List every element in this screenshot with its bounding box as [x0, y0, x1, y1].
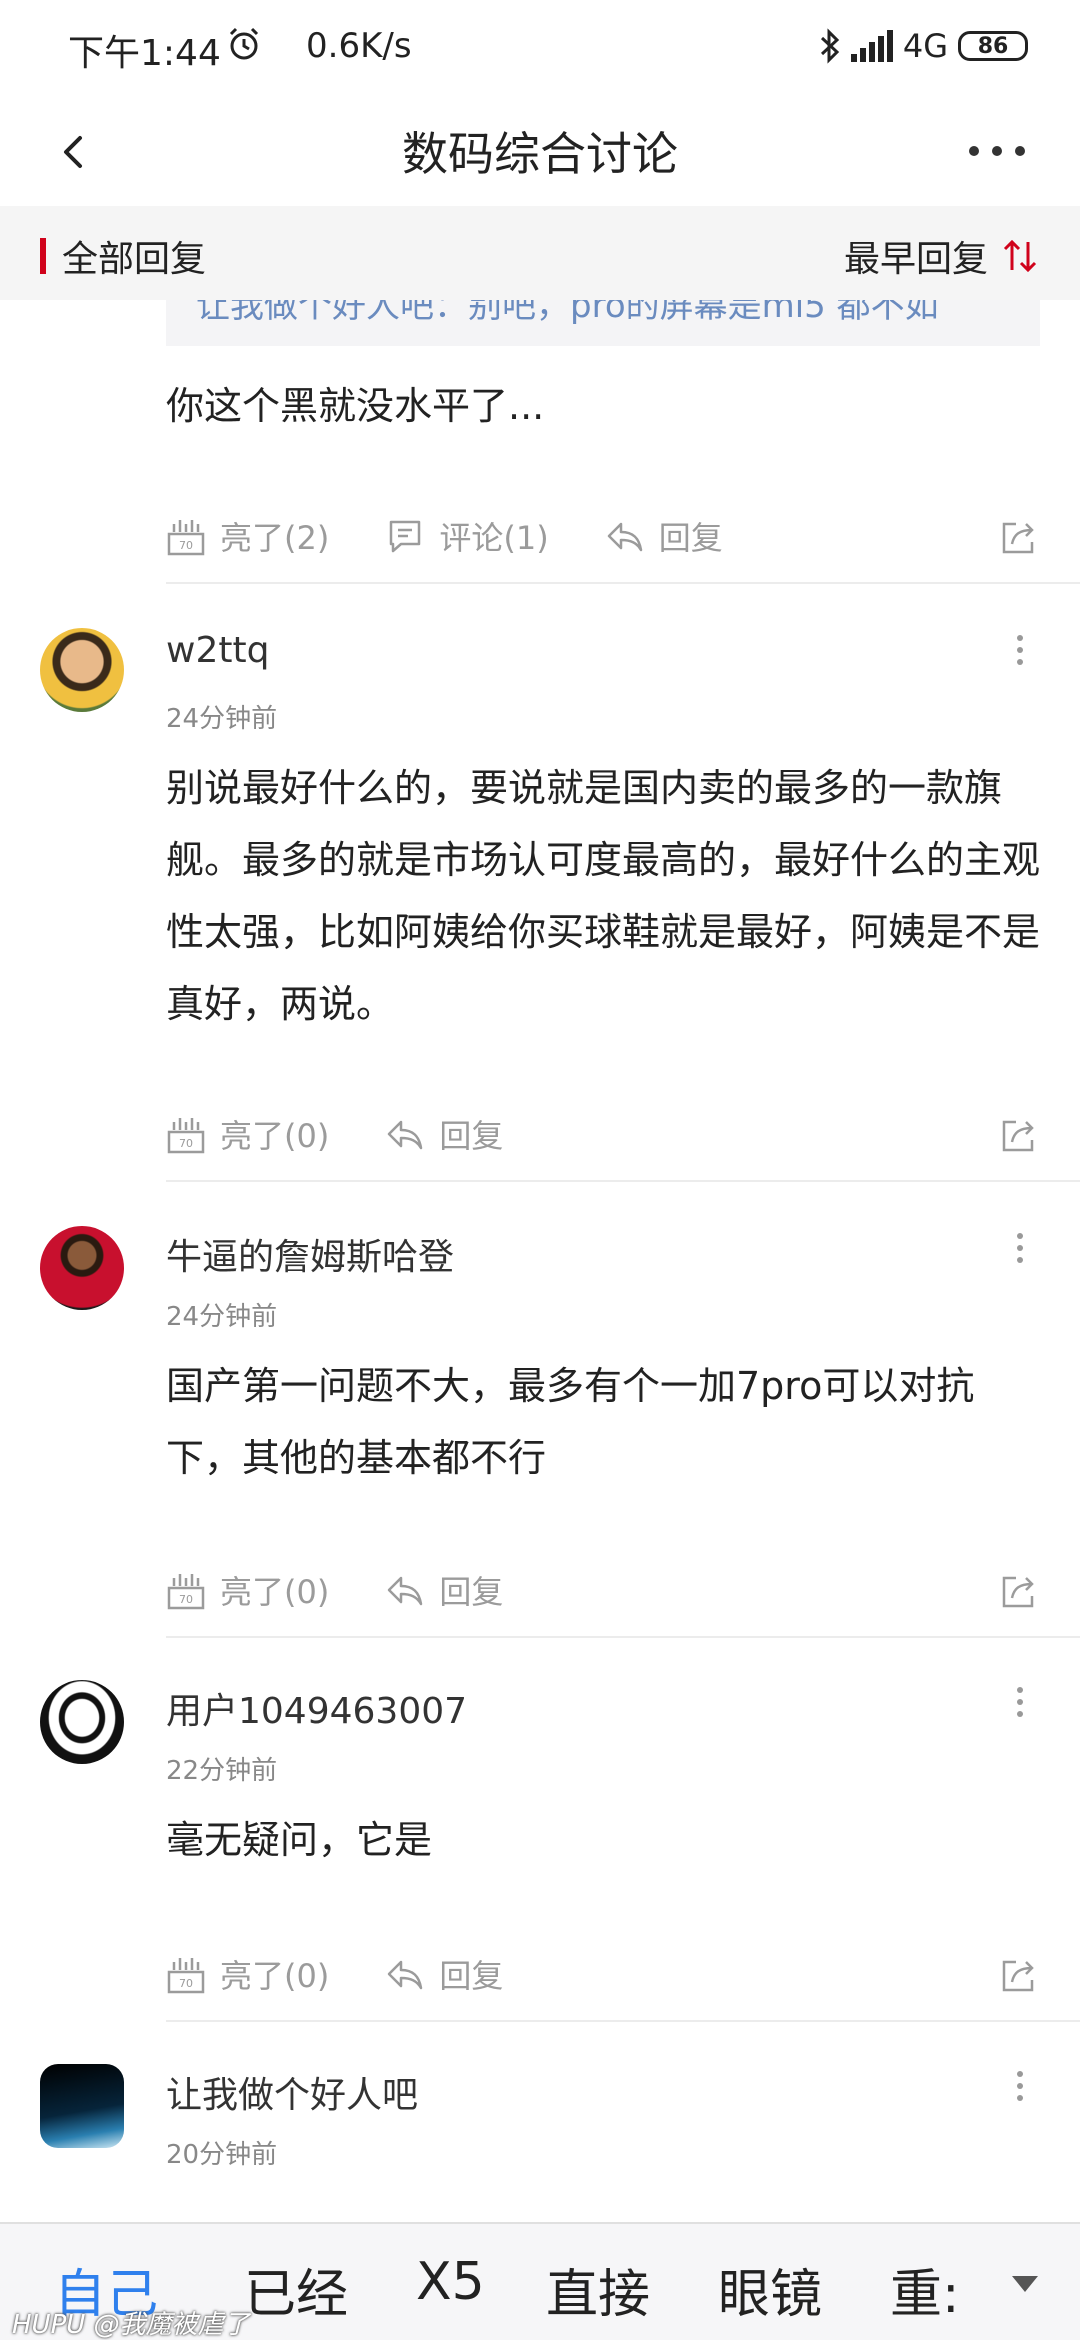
kebab-menu-icon[interactable]	[1010, 1682, 1030, 1722]
suggestion-item[interactable]: 直接	[546, 2252, 650, 2327]
like-count: 亮了(0)	[220, 1117, 330, 1155]
reply-arrow-icon	[607, 522, 642, 552]
reply-button[interactable]: 回复	[385, 1567, 503, 1613]
reply-arrow-icon	[388, 1576, 423, 1606]
reply-label: 回复	[439, 1117, 504, 1155]
comment-body: 别说最好什么的，要说就是国内卖的最多的一款旗舰。最多的就是市场认可度最高的，最好…	[166, 766, 1041, 1026]
like-button[interactable]: 70 亮了(0)	[166, 1567, 329, 1613]
kebab-menu-icon[interactable]	[1010, 630, 1030, 670]
like-count: 亮了(2)	[220, 519, 330, 557]
comment-bubble-icon	[390, 520, 421, 553]
share-icon[interactable]	[998, 1570, 1040, 1612]
divider	[166, 1636, 1080, 1638]
reply-label: 回复	[439, 1573, 504, 1611]
like-70-icon: 70	[167, 1118, 205, 1154]
comment-actions: 70 亮了(0) 回复	[166, 1560, 1040, 1620]
like-button[interactable]: 70 亮了(0)	[166, 1951, 329, 1997]
more-dots-icon[interactable]	[964, 126, 1030, 176]
avatar[interactable]	[40, 628, 124, 712]
username[interactable]: w2ttq	[166, 630, 269, 671]
divider	[166, 1180, 1080, 1182]
svg-text:70: 70	[179, 1593, 193, 1606]
page-title: 数码综合讨论	[402, 127, 678, 181]
like-count: 亮了(0)	[220, 1573, 330, 1611]
title-bar: 数码综合讨论	[0, 96, 1080, 206]
section-label: 全部回复	[62, 239, 207, 280]
time-ago: 24分钟前	[166, 1302, 278, 1332]
share-icon[interactable]	[998, 1954, 1040, 1996]
sort-button[interactable]: 最早回复	[844, 230, 988, 282]
reply-button[interactable]: 回复	[385, 1111, 503, 1157]
network-type: 4G	[902, 27, 948, 65]
divider	[166, 582, 1080, 584]
comment-body: 国产第一问题不大，最多有个一加7pro可以对抗下，其他的基本都不行	[166, 1364, 975, 1480]
like-button[interactable]: 70 亮了(0)	[166, 1111, 329, 1157]
time-ago: 22分钟前	[166, 1756, 278, 1786]
svg-text:70: 70	[179, 539, 193, 552]
signal-icon	[850, 30, 893, 62]
avatar[interactable]	[40, 2064, 124, 2148]
kebab-menu-icon[interactable]	[1010, 2066, 1030, 2106]
reply-arrow-icon	[388, 1960, 423, 1990]
reply-button[interactable]: 回复	[385, 1951, 503, 1997]
network-speed: 0.6K/s	[306, 26, 412, 66]
avatar[interactable]	[40, 1226, 124, 1310]
battery-indicator: 86	[958, 31, 1028, 61]
time-ago: 20分钟前	[166, 2140, 278, 2170]
like-70-icon: 70	[167, 1574, 205, 1610]
suggestion-item[interactable]: X5	[416, 2252, 485, 2312]
comment-button[interactable]: 评论(1)	[385, 513, 549, 559]
like-button[interactable]: 70 亮了(2)	[166, 513, 329, 559]
bluetooth-icon	[820, 28, 840, 64]
suggestion-item[interactable]: 已经	[244, 2252, 348, 2327]
sort-arrows-icon[interactable]	[1000, 236, 1040, 276]
like-count: 亮了(0)	[220, 1957, 330, 1995]
divider	[166, 2020, 1080, 2022]
status-right: 4G 86	[819, 26, 1028, 66]
suggestion-item[interactable]: 眼镜	[718, 2252, 822, 2327]
section-accent-bar	[40, 238, 46, 274]
reply-label: 回复	[658, 519, 723, 557]
svg-text:70: 70	[179, 1137, 193, 1150]
suggestion-item[interactable]: 重:	[890, 2252, 960, 2327]
username[interactable]: 让我做个好人吧	[166, 2066, 418, 2118]
avatar[interactable]	[40, 1680, 124, 1764]
svg-text:70: 70	[179, 1977, 193, 1990]
section-header: 全部回复 最早回复	[0, 206, 1080, 300]
kebab-menu-icon[interactable]	[1010, 1228, 1030, 1268]
comment-body: 毫无疑问，它是	[166, 1818, 433, 1862]
username[interactable]: 用户1049463007	[166, 1682, 467, 1734]
like-70-icon: 70	[167, 520, 205, 556]
reply-arrow-icon	[388, 1120, 423, 1150]
comment-count: 评论(1)	[439, 519, 549, 557]
quoted-reply[interactable]: 让我做个好人吧：别吧，pro的屏幕是mi5 都不如	[166, 300, 1040, 346]
like-70-icon: 70	[167, 1958, 205, 1994]
comment-actions: 70 亮了(0) 回复	[166, 1104, 1040, 1164]
comment-actions: 70 亮了(2) 评论(1) 回复	[166, 506, 1040, 566]
time-ago: 24分钟前	[166, 704, 278, 734]
status-bar: 下午1:44 0.6K/s 4G 86	[0, 0, 1080, 96]
share-icon[interactable]	[998, 516, 1040, 558]
status-time: 下午1:44	[68, 33, 221, 74]
quoted-text: 让我做个好人吧：别吧，pro的屏幕是mi5 都不如	[196, 300, 939, 326]
comment-body: 你这个黑就没水平了...	[166, 384, 545, 428]
watermark: HUPU @我魔被虐了	[12, 2310, 250, 2340]
chevron-down-icon[interactable]	[1010, 2274, 1040, 2294]
comment-actions: 70 亮了(0) 回复	[166, 1944, 1040, 2004]
reply-button[interactable]: 回复	[605, 513, 723, 559]
share-icon[interactable]	[998, 1114, 1040, 1156]
battery-level: 86	[977, 33, 1009, 59]
alarm-icon	[229, 27, 259, 60]
username[interactable]: 牛逼的詹姆斯哈登	[166, 1228, 454, 1280]
reply-label: 回复	[439, 1957, 504, 1995]
